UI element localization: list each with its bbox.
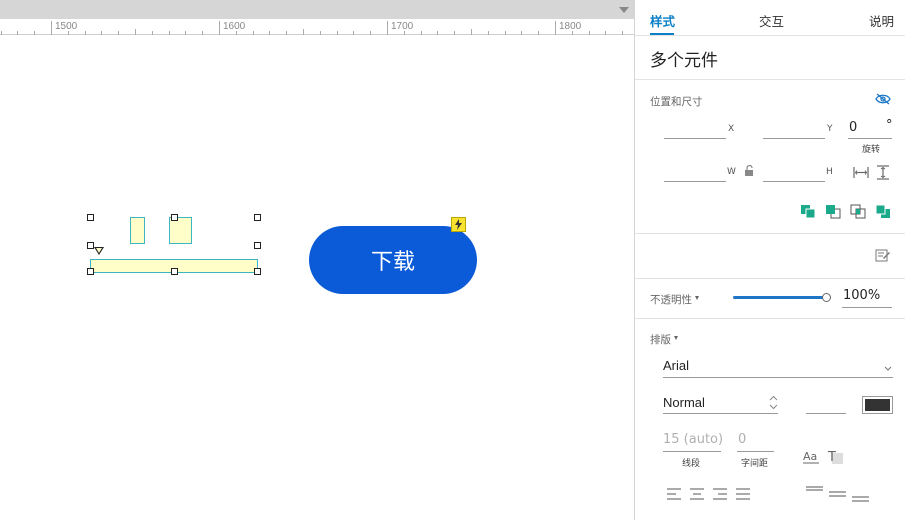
app-root: 1500 1600 1700 1800 下载 样式 交互 说明 多个元件 位置和… bbox=[0, 0, 905, 520]
align-justify-icon[interactable] bbox=[735, 488, 751, 500]
inspector-panel: 样式 交互 说明 多个元件 位置和尺寸 X Y 0 ° 旋转 W H 不透明性 … bbox=[634, 0, 905, 520]
opacity-dropdown-icon[interactable] bbox=[695, 296, 699, 300]
unlock-icon[interactable] bbox=[744, 165, 754, 176]
stepper-icon[interactable] bbox=[769, 395, 778, 410]
opacity-slider-knob[interactable] bbox=[822, 293, 831, 302]
divider bbox=[635, 233, 905, 234]
resize-handle-top-middle[interactable] bbox=[171, 214, 178, 221]
ruler-ticks bbox=[1, 21, 623, 35]
fit-width-icon[interactable] bbox=[853, 166, 869, 179]
bring-forward-icon[interactable] bbox=[825, 204, 841, 219]
design-canvas[interactable]: 1500 1600 1700 1800 下载 bbox=[0, 0, 634, 520]
tab-interaction[interactable]: 交互 bbox=[759, 11, 784, 30]
opacity-underline bbox=[842, 307, 892, 308]
x-input[interactable] bbox=[664, 138, 726, 139]
resize-handle-middle-left[interactable] bbox=[87, 242, 94, 249]
line-height-input[interactable]: 15 (auto) bbox=[663, 432, 723, 447]
resize-handle-top-right[interactable] bbox=[254, 214, 261, 221]
line-height-underline bbox=[663, 451, 721, 452]
font-size-input[interactable] bbox=[806, 413, 846, 414]
collapse-caret-icon[interactable] bbox=[619, 7, 629, 13]
resize-handle-top-left[interactable] bbox=[87, 214, 94, 221]
text-shadow-icon[interactable]: T bbox=[827, 449, 844, 465]
resize-handle-bottom-left[interactable] bbox=[87, 268, 94, 275]
x-label: X bbox=[728, 124, 735, 134]
letter-spacing-label: 字间距 bbox=[741, 459, 769, 469]
svg-text:Aa: Aa bbox=[803, 450, 817, 463]
line-height-label: 线段 bbox=[682, 459, 701, 469]
font-family-underline bbox=[663, 377, 893, 378]
inspector-tabs: 样式 交互 说明 bbox=[635, 0, 905, 36]
width-input[interactable] bbox=[664, 181, 726, 182]
tab-style[interactable]: 样式 bbox=[650, 11, 675, 30]
height-input[interactable] bbox=[763, 181, 825, 182]
position-size-label: 位置和尺寸 bbox=[650, 96, 703, 108]
chevron-down-icon[interactable] bbox=[884, 366, 892, 372]
canvas-top-bar bbox=[0, 0, 634, 19]
opacity-value[interactable]: 100% bbox=[843, 288, 880, 303]
fit-height-icon[interactable] bbox=[876, 165, 890, 180]
download-button[interactable]: 下载 bbox=[309, 226, 477, 294]
selection-title: 多个元件 bbox=[650, 51, 718, 71]
eye-hidden-icon[interactable] bbox=[875, 93, 891, 105]
tab-notes[interactable]: 说明 bbox=[869, 11, 894, 30]
selected-rect-left[interactable] bbox=[130, 217, 145, 244]
bring-to-front-icon[interactable] bbox=[800, 204, 816, 219]
ruler-label-1800: 1800 bbox=[559, 21, 582, 32]
lightning-icon[interactable] bbox=[451, 217, 466, 232]
y-input[interactable] bbox=[763, 138, 825, 139]
divider bbox=[635, 79, 905, 80]
opacity-slider-track[interactable] bbox=[733, 296, 827, 299]
resize-handle-middle-right[interactable] bbox=[254, 242, 261, 249]
font-style-select[interactable]: Normal bbox=[663, 395, 705, 410]
download-button-label: 下载 bbox=[370, 250, 415, 275]
font-family-select[interactable]: Arial bbox=[663, 358, 689, 373]
text-case-icon[interactable]: Aa bbox=[803, 450, 820, 464]
divider bbox=[635, 278, 905, 279]
letter-spacing-input[interactable]: 0 bbox=[738, 432, 746, 447]
ruler-label-1500: 1500 bbox=[55, 21, 78, 32]
rotation-unit: ° bbox=[886, 118, 893, 133]
align-left-icon[interactable] bbox=[666, 488, 682, 500]
send-backward-icon[interactable] bbox=[850, 204, 866, 219]
divider bbox=[635, 318, 905, 319]
send-to-back-icon[interactable] bbox=[875, 204, 891, 219]
rotation-label: 旋转 bbox=[862, 145, 881, 155]
typography-label: 排版 bbox=[650, 334, 671, 346]
text-color-swatch[interactable] bbox=[862, 396, 893, 414]
active-tab-indicator bbox=[650, 33, 674, 35]
y-label: Y bbox=[827, 124, 833, 134]
selected-rect-middle[interactable] bbox=[169, 217, 192, 244]
rotation-input[interactable]: 0 bbox=[849, 120, 857, 135]
text-color-fill bbox=[865, 399, 890, 411]
align-right-icon[interactable] bbox=[712, 488, 728, 500]
valign-top-icon[interactable] bbox=[806, 486, 823, 496]
ruler-label-1600: 1600 bbox=[223, 21, 246, 32]
rotation-underline bbox=[848, 138, 892, 139]
align-center-icon[interactable] bbox=[689, 488, 705, 500]
svg-text:T: T bbox=[827, 450, 836, 465]
opacity-label: 不透明性 bbox=[650, 294, 692, 306]
h-label: H bbox=[826, 167, 833, 177]
anchor-triangle-icon[interactable] bbox=[94, 247, 104, 255]
edit-style-icon[interactable] bbox=[875, 248, 891, 263]
typography-dropdown-icon[interactable] bbox=[674, 336, 678, 340]
valign-middle-icon[interactable] bbox=[829, 490, 846, 500]
ruler-label-1700: 1700 bbox=[391, 21, 414, 32]
font-style-underline bbox=[663, 413, 778, 414]
letter-spacing-underline bbox=[737, 451, 774, 452]
resize-handle-bottom-right[interactable] bbox=[254, 268, 261, 275]
horizontal-ruler: 1500 1600 1700 1800 bbox=[0, 19, 634, 35]
valign-bottom-icon[interactable] bbox=[852, 494, 869, 504]
resize-handle-bottom-middle[interactable] bbox=[171, 268, 178, 275]
w-label: W bbox=[727, 167, 736, 177]
